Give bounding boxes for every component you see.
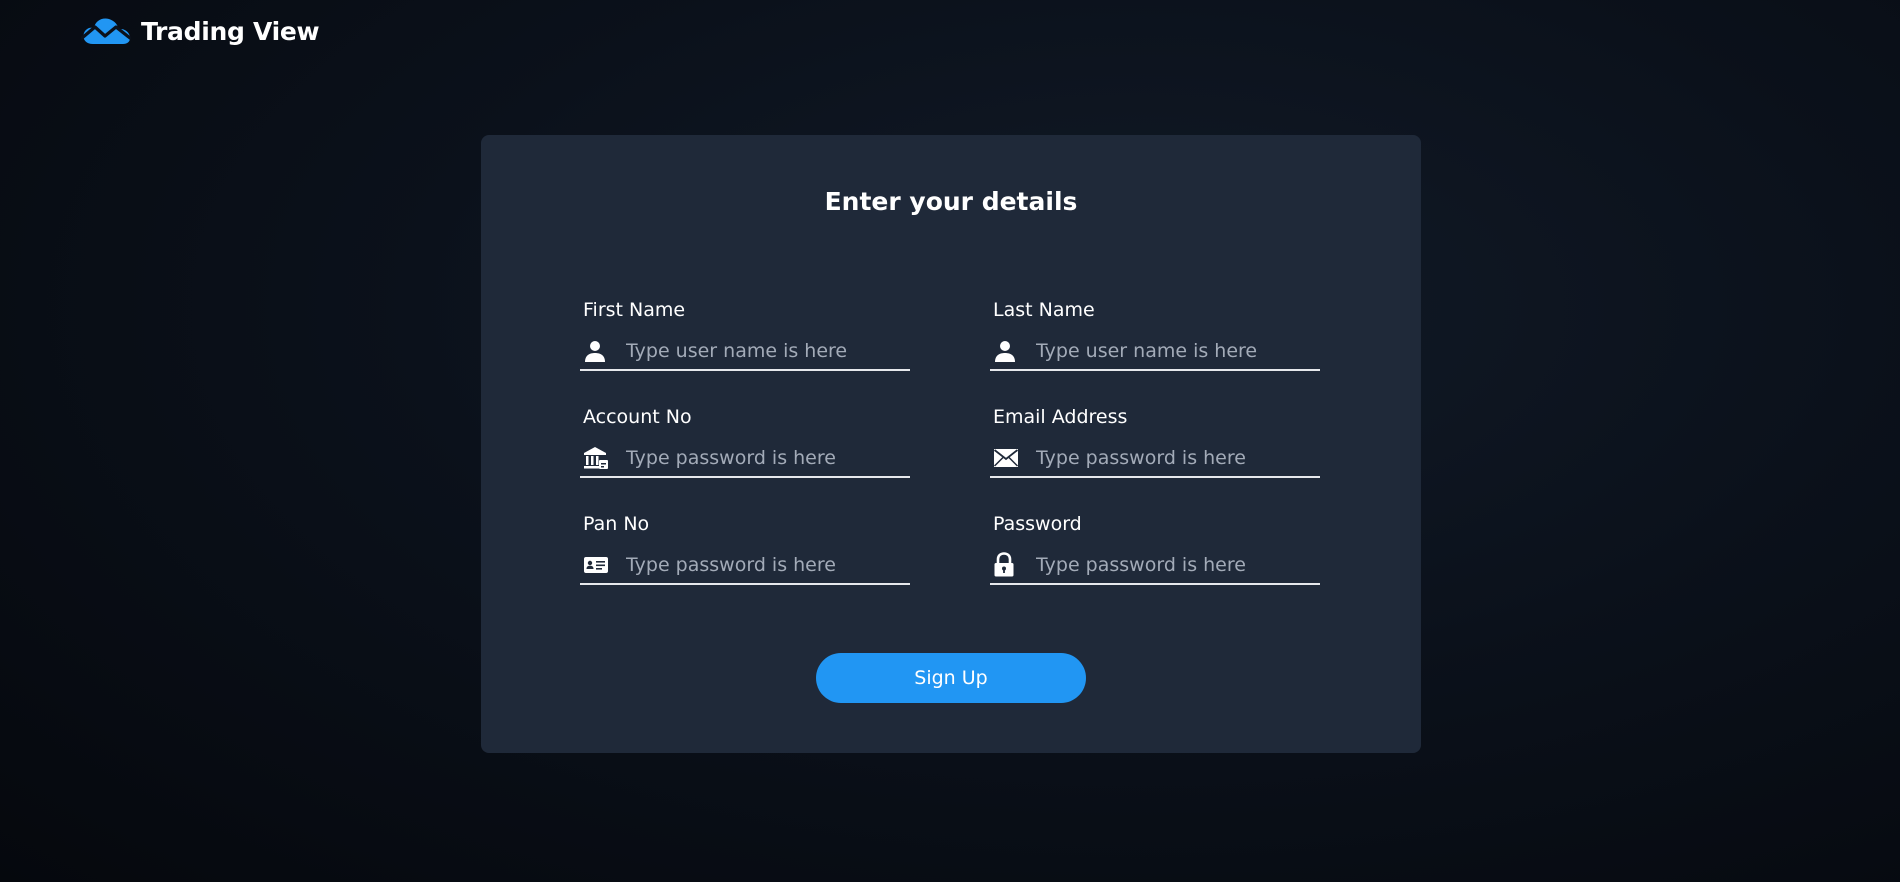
email-address-input-row bbox=[990, 440, 1320, 478]
pan-no-label: Pan No bbox=[583, 513, 650, 535]
sign-up-button[interactable]: Sign Up bbox=[816, 653, 1086, 703]
bank-icon bbox=[580, 443, 614, 473]
password-input[interactable] bbox=[1024, 549, 1320, 581]
user-icon bbox=[580, 336, 614, 366]
brand-header[interactable]: Trading View bbox=[81, 16, 320, 46]
last-name-input-row bbox=[990, 333, 1320, 371]
pan-no-input-row bbox=[580, 547, 910, 585]
account-no-field: Account No bbox=[580, 405, 910, 478]
signup-card: Enter your details First Name Last Name … bbox=[481, 135, 1421, 753]
brand-name: Trading View bbox=[141, 16, 320, 46]
first-name-input-row bbox=[580, 333, 910, 371]
email-address-field: Email Address bbox=[990, 405, 1320, 478]
first-name-label: First Name bbox=[583, 299, 686, 321]
password-field: Password bbox=[990, 512, 1320, 585]
form-title: Enter your details bbox=[824, 187, 1078, 216]
user-icon bbox=[990, 336, 1024, 366]
account-no-input-row bbox=[580, 440, 910, 478]
first-name-input[interactable] bbox=[614, 335, 910, 367]
account-no-label: Account No bbox=[583, 406, 692, 428]
lock-icon bbox=[990, 550, 1024, 580]
email-address-input[interactable] bbox=[1024, 442, 1320, 474]
id-card-icon bbox=[580, 550, 614, 580]
last-name-input[interactable] bbox=[1024, 335, 1320, 367]
account-no-input[interactable] bbox=[614, 442, 910, 474]
password-input-row bbox=[990, 547, 1320, 585]
email-address-label: Email Address bbox=[993, 406, 1128, 428]
pan-no-input[interactable] bbox=[614, 549, 910, 581]
pan-no-field: Pan No bbox=[580, 512, 910, 585]
envelope-icon bbox=[990, 443, 1024, 473]
last-name-label: Last Name bbox=[993, 299, 1095, 321]
cloud-chart-logo-icon bbox=[81, 16, 131, 46]
password-label: Password bbox=[993, 513, 1082, 535]
last-name-field: Last Name bbox=[990, 298, 1320, 371]
first-name-field: First Name bbox=[580, 298, 910, 371]
